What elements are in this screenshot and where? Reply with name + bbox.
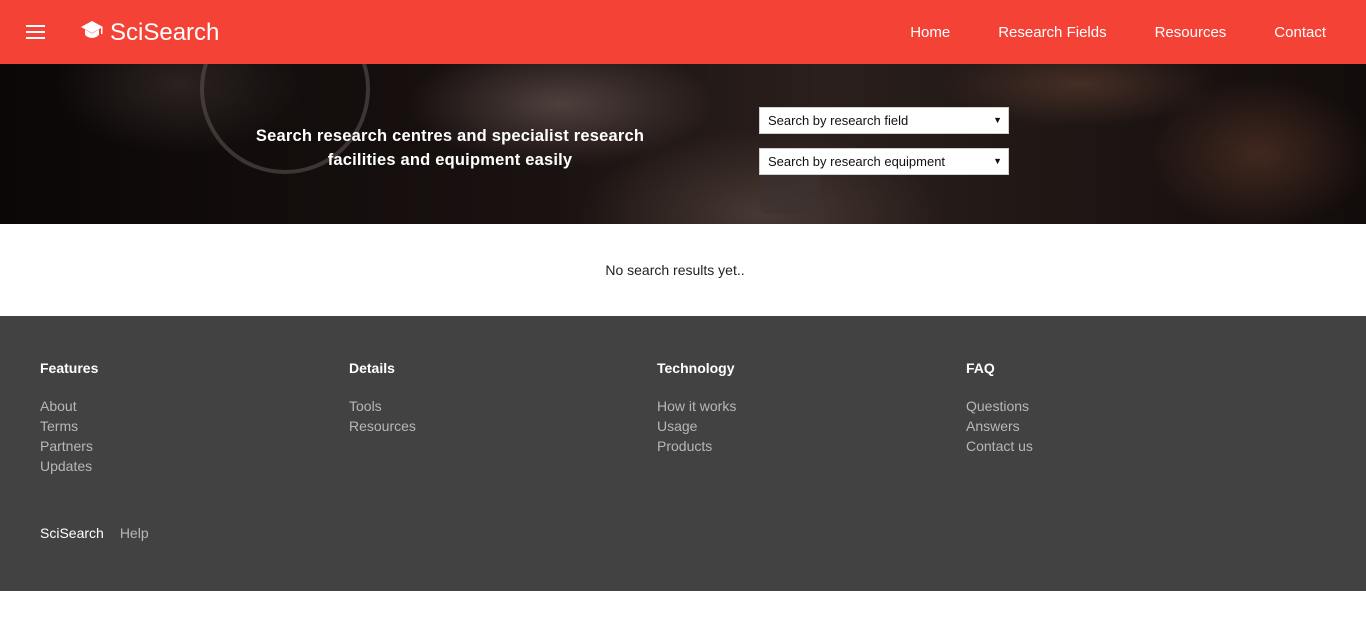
footer-link-contact-us[interactable]: Contact us [966, 436, 1246, 456]
nav-home[interactable]: Home [910, 24, 950, 41]
main-nav: Home Research Fields Resources Contact [862, 0, 1326, 64]
dropdown-caret-icon: ▼ [993, 156, 1002, 166]
page-footer: Features About Terms Partners Updates De… [0, 316, 1366, 591]
dropdown-caret-icon: ▼ [993, 115, 1002, 125]
research-field-select-value: Search by research field [768, 113, 909, 128]
footer-link-tools[interactable]: Tools [349, 396, 629, 416]
nav-resources[interactable]: Resources [1155, 24, 1227, 41]
footer-link-usage[interactable]: Usage [657, 416, 937, 436]
footer-heading: Features [40, 360, 99, 376]
nav-research-fields[interactable]: Research Fields [998, 24, 1106, 41]
search-results-section: No search results yet.. [0, 224, 1366, 316]
footer-heading: Details [349, 360, 395, 376]
footer-column-details: Details Tools Resources [349, 360, 629, 436]
footer-link-how-it-works[interactable]: How it works [657, 396, 937, 416]
hero-tagline-line2: facilities and equipment easily [327, 151, 573, 169]
footer-link-partners[interactable]: Partners [40, 436, 320, 456]
footer-column-faq: FAQ Questions Answers Contact us [966, 360, 1246, 456]
hero-tagline: Search research centres and specialist r… [250, 124, 650, 172]
hero-tagline-line1: Search research centres and specialist r… [255, 127, 645, 145]
hero-banner: Search research centres and specialist r… [0, 64, 1366, 224]
footer-link-resources[interactable]: Resources [349, 416, 629, 436]
footer-help-link[interactable]: Help [120, 525, 149, 541]
nav-contact[interactable]: Contact [1274, 24, 1326, 41]
research-field-select[interactable]: Search by research field ▼ [759, 107, 1009, 134]
footer-column-features: Features About Terms Partners Updates [40, 360, 320, 476]
empty-results-message: No search results yet.. [605, 262, 745, 278]
footer-link-answers[interactable]: Answers [966, 416, 1246, 436]
footer-link-questions[interactable]: Questions [966, 396, 1246, 416]
footer-column-technology: Technology How it works Usage Products [657, 360, 937, 456]
research-equipment-select[interactable]: Search by research equipment ▼ [759, 148, 1009, 175]
graduation-cap-icon [81, 21, 103, 38]
top-app-bar: SciSearch Home Research Fields Resources… [0, 0, 1366, 64]
footer-link-products[interactable]: Products [657, 436, 937, 456]
footer-link-about[interactable]: About [40, 396, 320, 416]
footer-link-terms[interactable]: Terms [40, 416, 320, 436]
research-equipment-select-value: Search by research equipment [768, 154, 946, 169]
footer-link-updates[interactable]: Updates [40, 456, 320, 476]
footer-brand-link[interactable]: SciSearch [40, 525, 104, 541]
brand-logo[interactable]: SciSearch [80, 18, 219, 48]
footer-heading: Technology [657, 360, 735, 376]
footer-bottom-bar: SciSearch Help [40, 525, 149, 541]
brand-name: SciSearch [110, 19, 220, 46]
hamburger-menu-icon[interactable] [26, 25, 45, 39]
footer-heading: FAQ [966, 360, 995, 376]
